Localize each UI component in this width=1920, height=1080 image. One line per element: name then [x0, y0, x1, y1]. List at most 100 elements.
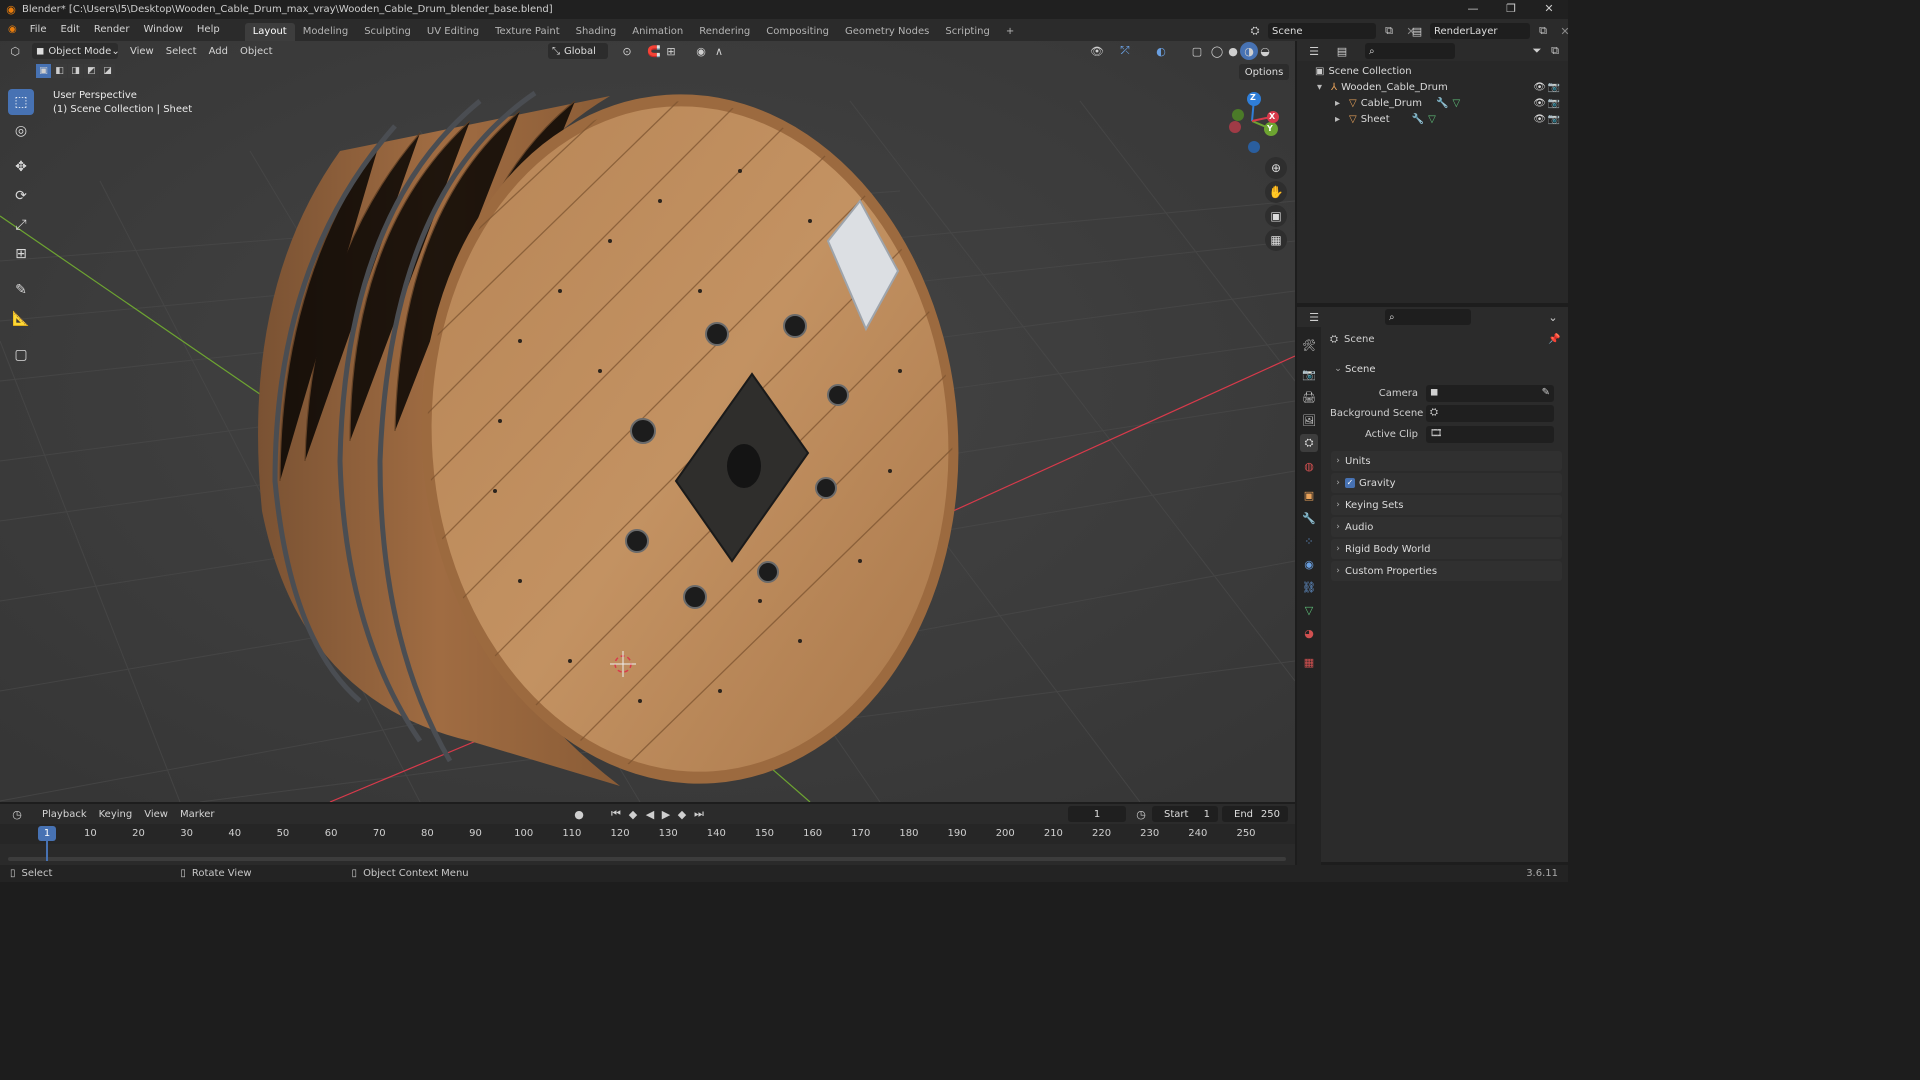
pivot-point-icon[interactable]: ⊙	[618, 42, 636, 60]
jump-end-icon[interactable]: ⏭	[690, 805, 708, 823]
select-invert-icon[interactable]: ◩	[84, 64, 99, 78]
outliner-editor-type-icon[interactable]: ☰	[1305, 42, 1323, 60]
active-clip-field[interactable]: 🎞	[1426, 426, 1554, 443]
preview-range-clock-icon[interactable]: ◷	[1132, 805, 1150, 823]
select-extend-icon[interactable]: ◧	[52, 64, 67, 78]
jump-keyframe-forward-icon[interactable]: ◆	[673, 805, 691, 823]
tab-uv-editing[interactable]: UV Editing	[419, 23, 487, 41]
view-layer-selector[interactable]: RenderLayer	[1430, 23, 1530, 39]
visibility-eye-icon[interactable]: 👁	[1533, 114, 1546, 125]
tab-rendering[interactable]: Rendering	[691, 23, 758, 41]
select-intersect-icon[interactable]: ◪	[100, 64, 115, 78]
data-tab-icon[interactable]: ▽	[1300, 601, 1318, 619]
particles-tab-icon[interactable]: ⁘	[1300, 532, 1318, 550]
menu-select[interactable]: Select	[160, 46, 203, 57]
cursor-tool-icon[interactable]: ◎	[8, 118, 34, 144]
collapse-arrow-icon[interactable]: ▸	[1335, 98, 1349, 109]
select-subtract-icon[interactable]: ◨	[68, 64, 83, 78]
tab-modeling[interactable]: Modeling	[295, 23, 357, 41]
pan-hand-icon[interactable]: ✋	[1265, 181, 1287, 203]
rotate-tool-icon[interactable]: ⟳	[8, 183, 34, 209]
outliner-row-cable-drum[interactable]: ▸ ▽ Cable_Drum 🔧 ▽ 👁 📷	[1297, 95, 1568, 111]
view-layer-icon[interactable]: ▤	[1408, 22, 1426, 40]
panel-keying-sets[interactable]: › Keying Sets	[1331, 495, 1562, 515]
menu-add[interactable]: Add	[203, 46, 234, 57]
current-frame-field[interactable]: 1	[1068, 806, 1126, 822]
xray-icon[interactable]: ▢	[1188, 42, 1206, 60]
modifier-tab-icon[interactable]: 🔧	[1300, 509, 1318, 527]
maximize-button[interactable]: ❐	[1492, 0, 1530, 19]
tab-compositing[interactable]: Compositing	[758, 23, 837, 41]
panel-scene[interactable]: ⌄ Scene	[1331, 359, 1562, 379]
world-tab-icon[interactable]: ◍	[1300, 457, 1318, 475]
output-tab-icon[interactable]: 🖨	[1300, 388, 1318, 406]
timeline-editor-type-icon[interactable]: ◷	[8, 805, 26, 823]
menu-help[interactable]: Help	[190, 19, 227, 41]
rendered-shading-icon[interactable]: ◒	[1256, 42, 1274, 60]
tab-shading[interactable]: Shading	[568, 23, 625, 41]
properties-editor-type-icon[interactable]: ☰	[1305, 308, 1323, 326]
measure-tool-icon[interactable]: 📐	[8, 306, 34, 332]
menu-object[interactable]: Object	[234, 46, 279, 57]
delete-view-layer-icon[interactable]: ✕	[1556, 22, 1574, 40]
start-frame-field[interactable]: Start 1	[1152, 806, 1218, 822]
snap-icon[interactable]: 🧲	[645, 42, 663, 60]
snap-target-icon[interactable]: ⊞	[662, 42, 680, 60]
menu-marker[interactable]: Marker	[174, 809, 221, 820]
menu-edit[interactable]: Edit	[53, 19, 86, 41]
add-workspace-button[interactable]: +	[998, 23, 1022, 41]
chevron-down-icon[interactable]: ⌄	[1544, 308, 1562, 326]
editor-type-icon[interactable]: ⬡	[6, 42, 24, 60]
menu-view[interactable]: View	[124, 46, 160, 57]
jump-keyframe-back-icon[interactable]: ◆	[624, 805, 642, 823]
move-tool-icon[interactable]: ✥	[8, 154, 34, 180]
annotate-tool-icon[interactable]: ✎	[8, 277, 34, 303]
filter-icon[interactable]: ⏷	[1528, 42, 1546, 60]
render-camera-icon[interactable]: 📷	[1548, 82, 1560, 93]
outliner-row-wooden-cable-drum[interactable]: ▾ ⅄ Wooden_Cable_Drum 👁 📷	[1297, 79, 1568, 95]
camera-field[interactable]: ◼ ✎	[1426, 385, 1554, 402]
scale-tool-icon[interactable]: ⤢	[8, 212, 34, 238]
options-dropdown[interactable]: Options	[1239, 64, 1289, 80]
transform-tool-icon[interactable]: ⊞	[8, 241, 34, 267]
menu-keying[interactable]: Keying	[93, 809, 139, 820]
expand-arrow-icon[interactable]: ▾	[1317, 82, 1331, 93]
view-layer-tab-icon[interactable]: 🖼	[1300, 411, 1318, 429]
material-tab-icon[interactable]: ◕	[1300, 624, 1318, 642]
gizmo-toggle-icon[interactable]: ⤱	[1116, 42, 1134, 60]
eyedropper-icon[interactable]: ✎	[1542, 387, 1550, 398]
3d-viewport[interactable]: Z Y X User Perspective (1) Scene Collect…	[0, 41, 1295, 802]
new-scene-icon[interactable]: ⧉	[1380, 22, 1398, 40]
gravity-checkbox[interactable]: ✓	[1345, 478, 1355, 488]
visibility-eye-icon[interactable]: 👁	[1533, 98, 1546, 109]
new-view-layer-icon[interactable]: ⧉	[1534, 22, 1552, 40]
select-box-tool-icon[interactable]: ⬚	[8, 89, 34, 115]
grid-view-icon[interactable]: ▦	[1265, 229, 1287, 251]
visibility-eye-icon[interactable]: 👁	[1533, 82, 1546, 93]
render-camera-icon[interactable]: 📷	[1548, 114, 1560, 125]
select-new-icon[interactable]: ▣	[36, 64, 51, 78]
scene-tab-icon[interactable]: ⛭	[1300, 434, 1318, 452]
proportional-edit-icon[interactable]: ◉	[692, 42, 710, 60]
panel-units[interactable]: › Units	[1331, 451, 1562, 471]
tab-texture-paint[interactable]: Texture Paint	[487, 23, 568, 41]
menu-render[interactable]: Render	[87, 19, 137, 41]
menu-playback[interactable]: Playback	[36, 809, 93, 820]
tab-scripting[interactable]: Scripting	[937, 23, 997, 41]
outliner-search-input[interactable]: ⌕	[1365, 43, 1455, 59]
falloff-icon[interactable]: ∧	[710, 42, 728, 60]
constraints-tab-icon[interactable]: ⛓	[1300, 578, 1318, 596]
scene-icon[interactable]: ⛭	[1246, 22, 1264, 40]
overlay-toggle-icon[interactable]: ◐	[1152, 42, 1170, 60]
zoom-icon[interactable]: ⊕	[1265, 157, 1287, 179]
mode-selector[interactable]: ◼ Object Mode ⌄	[32, 43, 120, 59]
pin-icon[interactable]: 📌	[1548, 334, 1560, 345]
end-frame-field[interactable]: End 250	[1222, 806, 1288, 822]
close-button[interactable]: ✕	[1530, 0, 1568, 19]
display-mode-icon[interactable]: ▤	[1333, 42, 1351, 60]
render-tab-icon[interactable]: 📷	[1300, 365, 1318, 383]
properties-search-input[interactable]: ⌕	[1385, 309, 1471, 325]
tab-geometry-nodes[interactable]: Geometry Nodes	[837, 23, 937, 41]
auto-keying-icon[interactable]: ●	[570, 805, 588, 823]
viewport-canvas[interactable]	[0, 41, 1295, 802]
